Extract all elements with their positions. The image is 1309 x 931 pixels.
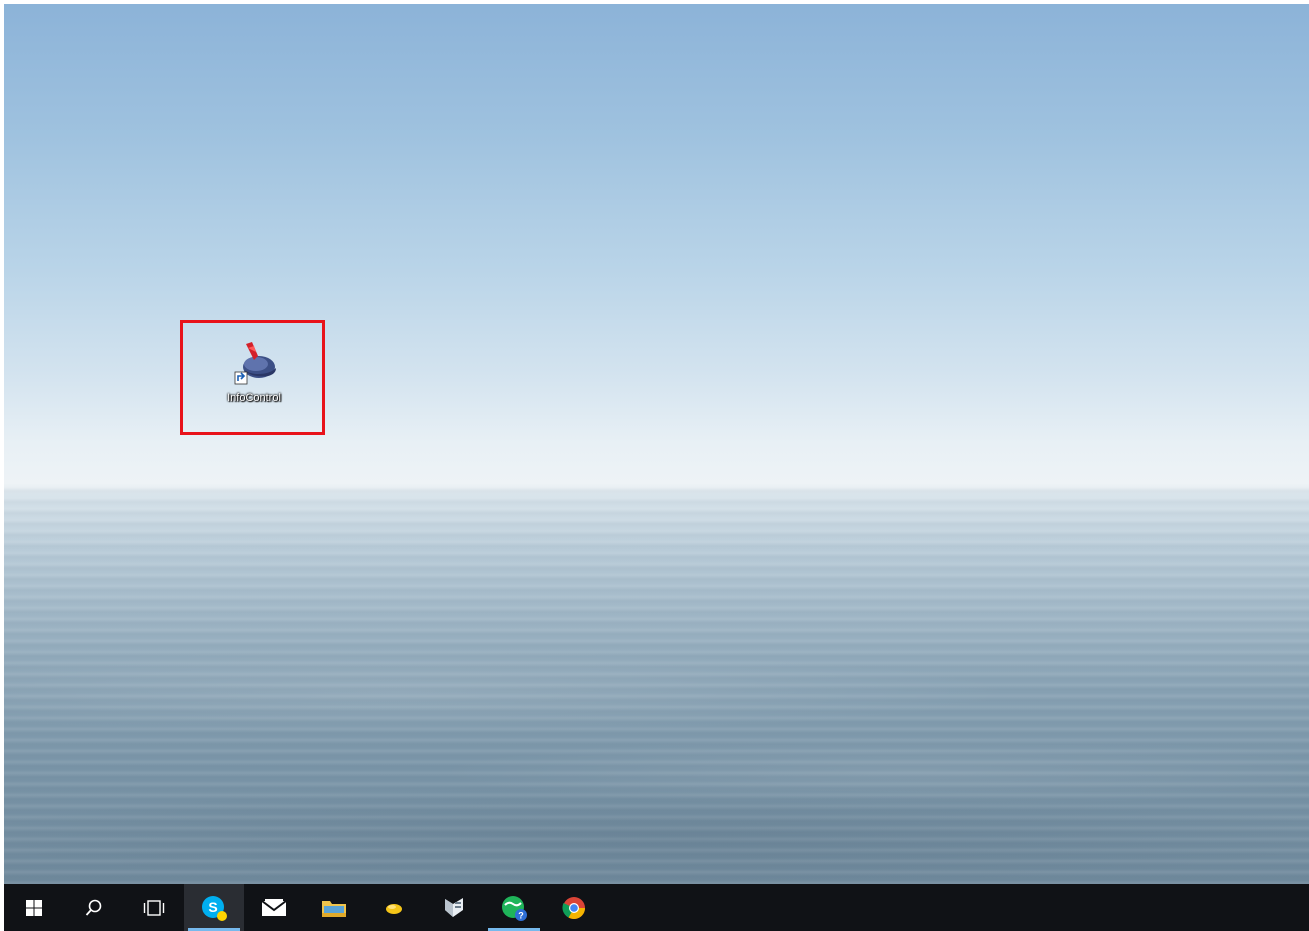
file-explorer-button[interactable] [304,884,364,931]
task-view-icon [143,899,165,916]
svg-text:?: ? [518,910,524,920]
app-document-button[interactable] [424,884,484,931]
taskbar: S ? [4,884,1309,931]
mail-button[interactable] [244,884,304,931]
search-icon [85,899,102,916]
document-app-icon [445,897,463,917]
chrome-icon [562,896,585,919]
yellow-app-icon [386,903,402,914]
chrome-button[interactable] [544,884,604,931]
mail-icon [261,898,287,916]
green-globe-icon: ? [502,895,527,921]
app-yellow-button[interactable] [364,884,424,931]
skype-button[interactable]: S [184,884,244,931]
desktop-icon-label: InfoControl [227,392,281,404]
screen: InfoControl S ? [4,4,1309,931]
windows-logo-icon [26,899,42,916]
svg-text:S: S [208,899,217,915]
desktop-icon-infocontrol[interactable]: InfoControl [204,334,304,424]
sea-reflections [4,564,1309,884]
infocontrol-app-icon [234,342,276,385]
folder-icon [322,900,346,917]
skype-icon: S [202,895,227,921]
task-view-button[interactable] [124,884,184,931]
app-green-button[interactable]: ? [484,884,544,931]
search-button[interactable] [64,884,124,931]
start-button[interactable] [4,884,64,931]
desktop-background: InfoControl [4,4,1309,884]
